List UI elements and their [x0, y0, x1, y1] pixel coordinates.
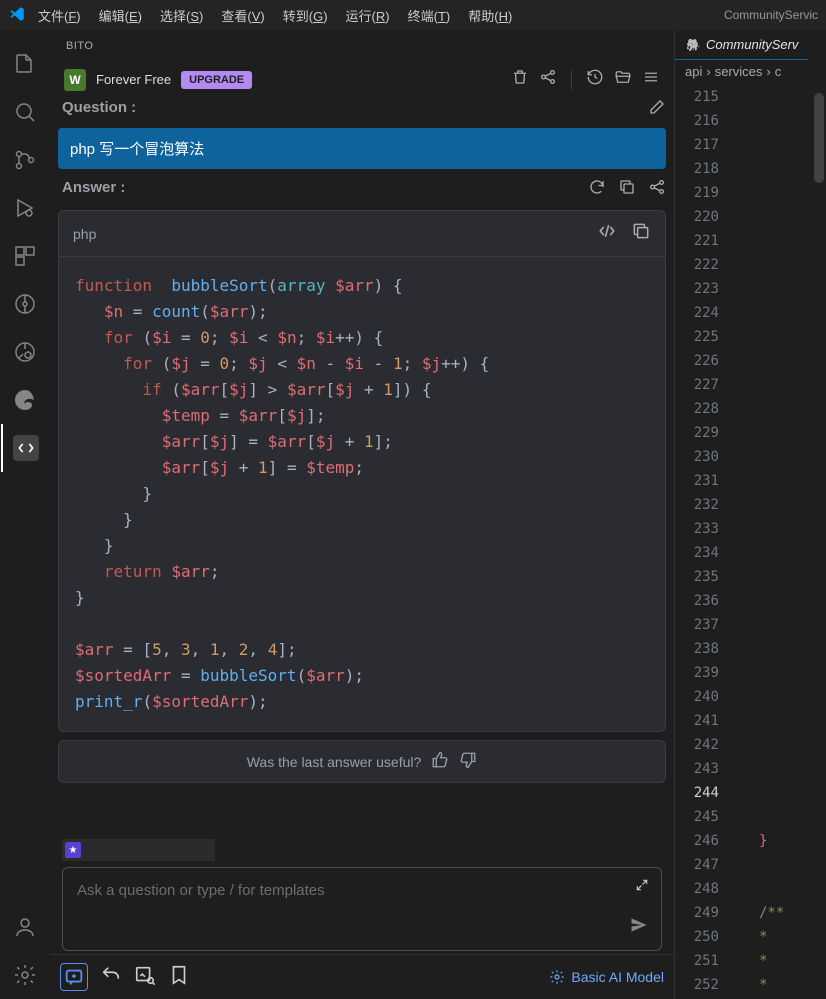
insert-code-icon[interactable]: [597, 221, 617, 246]
edge-icon[interactable]: [1, 376, 49, 424]
trash-icon[interactable]: [511, 68, 529, 91]
edit-icon[interactable]: [648, 98, 666, 121]
source-control-icon[interactable]: [1, 136, 49, 184]
thumbs-up-icon[interactable]: [431, 751, 449, 772]
menu-v[interactable]: 查看(V): [221, 9, 264, 24]
search-icon[interactable]: [1, 88, 49, 136]
bito-icon[interactable]: [1, 424, 49, 472]
accounts-icon[interactable]: [1, 903, 49, 951]
feedback-text: Was the last answer useful?: [247, 754, 422, 770]
menu-h[interactable]: 帮助(H): [468, 9, 512, 24]
code-content: function bubbleSort(array $arr) { $n = c…: [59, 257, 665, 731]
undo-icon[interactable]: [100, 964, 122, 991]
workspace-badge: W: [64, 69, 86, 91]
title-bar: 文件(F) 编辑(E) 选择(S) 查看(V) 转到(G) 运行(R) 终端(T) 帮助(H)…: [0, 0, 826, 30]
copy-code-icon[interactable]: [631, 221, 651, 246]
bito-header: W Forever Free UPGRADE: [50, 62, 674, 97]
plan-label: Forever Free: [96, 72, 171, 87]
vscode-icon: [8, 5, 26, 26]
thumbs-down-icon[interactable]: [459, 751, 477, 772]
line-gutter: 2152162172182192202212222232242252262272…: [675, 83, 735, 999]
image-search-icon[interactable]: [134, 964, 156, 991]
open-folder-icon[interactable]: [614, 68, 632, 91]
menu-s[interactable]: 选择(S): [160, 9, 203, 24]
code-block: php function bubbleSort(array $arr) { $n…: [58, 210, 666, 732]
send-icon[interactable]: [629, 915, 649, 940]
upgrade-button[interactable]: UPGRADE: [181, 71, 252, 89]
code-language: php: [73, 226, 96, 242]
settings-gear-icon[interactable]: [1, 951, 49, 999]
menu-g[interactable]: 转到(G): [283, 9, 328, 24]
menu-r[interactable]: 运行(R): [346, 9, 390, 24]
question-text: php 写一个冒泡算法: [58, 128, 666, 169]
answer-label: Answer :: [62, 179, 125, 196]
menu-t[interactable]: 终端(T): [408, 9, 451, 24]
scrollbar-thumb[interactable]: [814, 93, 824, 183]
regenerate-icon[interactable]: [588, 178, 606, 201]
copy-icon[interactable]: [618, 178, 636, 201]
model-selector[interactable]: Basic AI Model: [549, 969, 664, 985]
editor-area: 🐘 CommunityServ api›services›c 215216217…: [675, 30, 826, 999]
menu-f[interactable]: 文件(F): [38, 9, 81, 24]
run-debug-icon[interactable]: [1, 184, 49, 232]
share-icon[interactable]: [539, 68, 557, 91]
remote-icon[interactable]: [1, 328, 49, 376]
expand-icon[interactable]: [635, 878, 649, 897]
editor-tabs: 🐘 CommunityServ: [675, 30, 826, 60]
user-chip: ★: [62, 839, 215, 861]
menu-icon[interactable]: [642, 68, 660, 91]
ask-placeholder: Ask a question or type / for templates: [77, 882, 325, 899]
bito-bottom-bar: Basic AI Model: [50, 954, 674, 999]
breadcrumbs[interactable]: api›services›c: [675, 60, 826, 83]
explorer-icon[interactable]: [1, 40, 49, 88]
extensions-icon[interactable]: [1, 232, 49, 280]
panel-title: BITO: [50, 30, 674, 62]
activity-bar: [0, 30, 50, 999]
menu-e[interactable]: 编辑(E): [99, 9, 142, 24]
feedback-bar: Was the last answer useful?: [58, 740, 666, 783]
window-title: CommunityServic: [724, 8, 818, 22]
bito-panel: BITO W Forever Free UPGRADE Question : p…: [50, 30, 675, 999]
history-icon[interactable]: [586, 68, 604, 91]
bookmark-icon[interactable]: [168, 964, 190, 991]
share-answer-icon[interactable]: [648, 178, 666, 201]
editor-tab[interactable]: 🐘 CommunityServ: [675, 30, 808, 60]
editor-content[interactable]: } /** * * *: [735, 83, 826, 999]
star-icon: ★: [65, 842, 81, 858]
php-file-icon: 🐘: [685, 38, 700, 52]
new-chat-button[interactable]: [60, 963, 88, 991]
question-label: Question :: [62, 99, 136, 116]
gitlens-icon[interactable]: [1, 280, 49, 328]
ask-input[interactable]: Ask a question or type / for templates: [62, 867, 662, 951]
